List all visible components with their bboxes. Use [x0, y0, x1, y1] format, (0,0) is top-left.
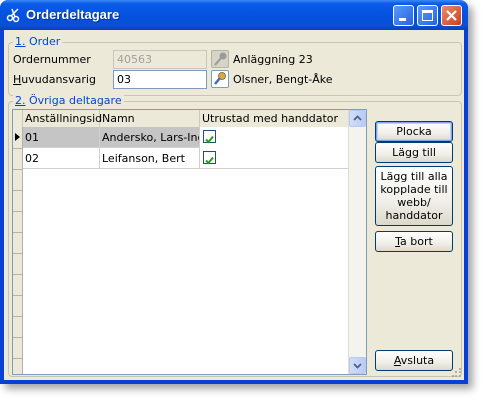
vertical-scrollbar[interactable] — [348, 110, 366, 374]
dialog-window: Orderdeltagare 1. Order Ordernummer 4056… — [0, 0, 468, 384]
row-divider — [13, 337, 23, 338]
checkmark-icon — [205, 135, 214, 144]
order-group-label: Order — [25, 35, 61, 48]
lagg-till-alla-line: kopplade till — [380, 183, 448, 196]
column-header-namn[interactable]: Namn — [100, 110, 200, 127]
cell-utrustad[interactable] — [200, 148, 349, 169]
participants-group-label: Övriga deltagare — [25, 94, 122, 107]
maximize-icon — [422, 10, 433, 21]
plocka-button[interactable]: Plocka — [375, 121, 453, 142]
row-divider — [13, 232, 23, 233]
cell-namn[interactable]: Leifanson, Bert — [100, 148, 200, 169]
ordernummer-description: Anläggning 23 — [233, 53, 313, 66]
grid-corner — [13, 110, 23, 127]
current-row-arrow-icon — [15, 133, 20, 141]
participants-grid[interactable]: Anställningsid Namn Utrustad med handdat… — [12, 109, 367, 375]
huvudansvarig-lookup-button[interactable] — [211, 70, 229, 88]
row-divider — [13, 316, 23, 317]
lagg-till-alla-line: webb/ — [397, 196, 431, 209]
chevron-down-icon — [353, 363, 362, 369]
order-group — [8, 42, 462, 96]
chevron-up-icon — [353, 115, 362, 121]
ordernummer-field: 40563 — [113, 50, 207, 69]
table-row[interactable]: 01 Andersko, Lars-Ingvar — [23, 127, 349, 148]
title-bar[interactable]: Orderdeltagare — [0, 0, 468, 30]
lagg-till-alla-button[interactable]: Lägg till alla kopplade till webb/ handd… — [375, 166, 453, 226]
checkmark-icon — [205, 156, 214, 165]
ordernummer-label: Ordernummer — [13, 53, 91, 66]
column-header-utrustad[interactable]: Utrustad med handdator — [200, 110, 349, 127]
row-divider — [13, 169, 23, 170]
cell-utrustad[interactable] — [200, 127, 349, 148]
close-button[interactable] — [441, 5, 462, 26]
lagg-till-alla-line: handdator — [385, 209, 443, 222]
close-icon — [446, 10, 457, 21]
equipped-checkbox[interactable] — [203, 151, 216, 165]
lagg-till-alla-line: Lägg till alla — [380, 170, 448, 183]
ta-bort-button[interactable]: Ta bort — [375, 231, 453, 252]
row-divider — [13, 295, 23, 296]
participants-group-title: 2. Övriga deltagare — [13, 94, 124, 107]
ta-bort-label: a bort — [400, 235, 433, 248]
lagg-till-button[interactable]: Lägg till — [375, 142, 453, 163]
order-group-number: 1. — [15, 35, 26, 48]
avsluta-label: vsluta — [400, 354, 435, 367]
ordernummer-lookup-button — [211, 50, 229, 68]
maximize-button[interactable] — [417, 5, 438, 26]
scroll-up-button[interactable] — [349, 110, 366, 127]
equipped-checkbox[interactable] — [203, 130, 216, 144]
cell-anstallningsid[interactable]: 02 — [23, 148, 100, 169]
key-icon — [214, 52, 227, 66]
row-divider — [13, 274, 23, 275]
scissors-icon — [6, 7, 22, 23]
minimize-button[interactable] — [393, 5, 414, 26]
order-group-title: 1. Order — [13, 35, 63, 48]
minimize-icon — [399, 18, 406, 21]
row-divider — [13, 211, 23, 212]
huvudansvarig-description: Olsner, Bengt-Åke — [233, 73, 333, 86]
row-divider — [13, 358, 23, 359]
grid-header: Anställningsid Namn Utrustad med handdat… — [13, 110, 366, 128]
column-header-anstallningsid[interactable]: Anställningsid — [23, 110, 102, 127]
scroll-down-button[interactable] — [349, 357, 366, 374]
search-key-icon — [214, 72, 226, 85]
cell-namn[interactable]: Andersko, Lars-Ingvar — [100, 127, 200, 148]
dialog-client: 1. Order Ordernummer 40563 Anläggning 23… — [4, 30, 464, 380]
avsluta-button[interactable]: Avsluta — [375, 350, 453, 371]
table-row[interactable]: 02 Leifanson, Bert — [23, 148, 349, 169]
resize-grip-icon[interactable] — [452, 368, 462, 378]
huvudansvarig-label-text: uvudansvarig — [21, 73, 96, 86]
row-divider — [13, 253, 23, 254]
row-divider — [13, 190, 23, 191]
avsluta-accesskey: A — [393, 354, 401, 367]
window-title: Orderdeltagare — [26, 7, 120, 22]
participants-group-number: 2. — [15, 94, 26, 107]
huvudansvarig-input[interactable]: 03 — [113, 70, 207, 89]
cell-anstallningsid[interactable]: 01 — [23, 127, 100, 148]
row-divider — [13, 148, 23, 149]
huvudansvarig-label: Huvudansvarig — [13, 73, 96, 86]
